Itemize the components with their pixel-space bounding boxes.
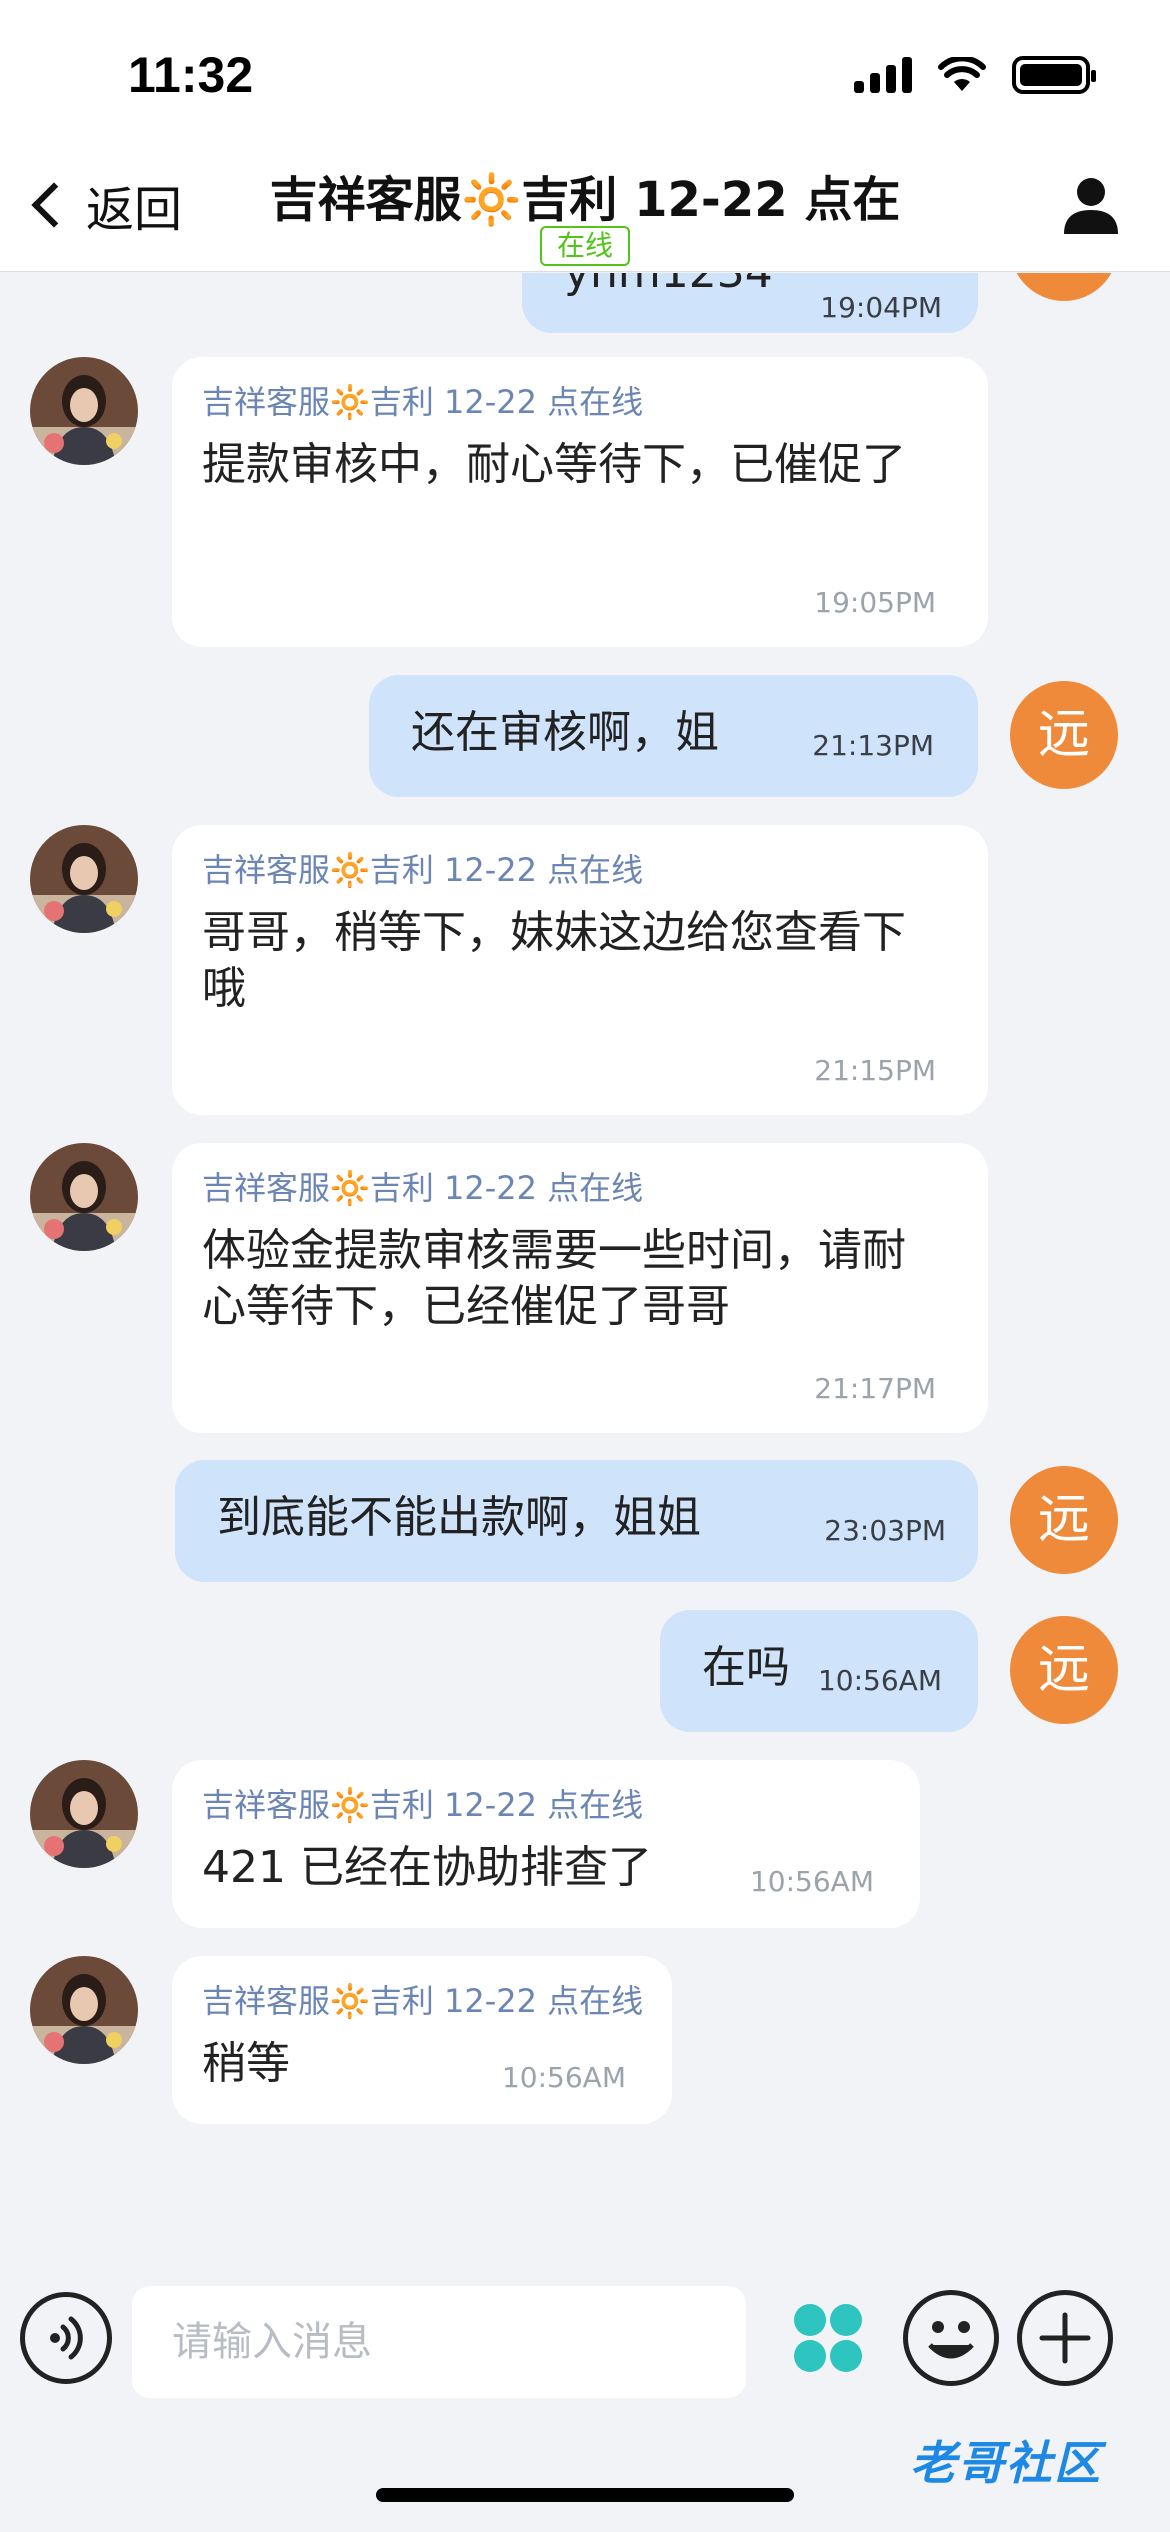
avatar-agent[interactable]	[30, 1143, 138, 1251]
avatar-agent[interactable]	[30, 357, 138, 465]
cellular-signal-icon	[854, 57, 912, 93]
sender-name: 吉祥客服🔆吉利 12-22 点在线	[202, 1982, 644, 2020]
message-bubble-incoming[interactable]: 吉祥客服🔆吉利 12-22 点在线 提款审核中，耐心等待下，已催促了 19:05…	[172, 357, 988, 647]
message-time: 10:56AM	[501, 2061, 626, 2094]
watermark-logo: 老哥社区	[910, 2420, 1102, 2500]
avatar-agent[interactable]	[30, 1956, 138, 2064]
sound-wave-icon	[50, 2316, 83, 2360]
avatar-me[interactable]: 远	[1010, 273, 1118, 301]
agent-avatar-photo	[30, 1143, 138, 1251]
avatar-me[interactable]: 远	[1010, 681, 1118, 789]
message-bubble-outgoing[interactable]: 还在审核啊，姐 21:13PM	[369, 675, 978, 797]
message-bubble-outgoing[interactable]: ynm1234 19:04PM	[522, 273, 978, 333]
chat-message-list[interactable]: ynm1234 19:04PM 远 吉祥客服🔆吉利 12-22 点在线 提款审核…	[0, 273, 1170, 2273]
sender-name: 吉祥客服🔆吉利 12-22 点在线	[202, 1786, 644, 1824]
message-input[interactable]	[132, 2286, 746, 2398]
message-text: 还在审核啊，姐	[411, 707, 719, 758]
agent-avatar-photo	[30, 825, 138, 933]
status-bar: 11:32	[0, 0, 1170, 150]
message-text: 到底能不能出款啊，姐姐	[217, 1492, 701, 1543]
message-text: 提款审核中，耐心等待下，已催促了	[202, 439, 906, 490]
message-text: 哥哥，稍等下，妹妹这边给您查看下哦	[202, 907, 906, 1014]
battery-icon	[1012, 56, 1096, 94]
plus-icon	[1039, 2312, 1091, 2364]
status-icons	[854, 56, 1096, 94]
nav-bar: 返回 吉祥客服🔆吉利 12-22 点在 在线	[0, 150, 1170, 272]
status-time: 11:32	[128, 47, 254, 103]
watermark-text: 老哥社区	[910, 2436, 1102, 2490]
apps-grid-icon[interactable]	[792, 2302, 864, 2374]
message-bubble-incoming[interactable]: 吉祥客服🔆吉利 12-22 点在线 421 已经在协助排查了 10:56AM	[172, 1760, 920, 1928]
more-options-button[interactable]	[1017, 2290, 1113, 2386]
message-time: 23:03PM	[824, 1514, 946, 1547]
message-time: 19:05PM	[814, 586, 936, 619]
message-text: 体验金提款审核需要一些时间，请耐心等待下，已经催促了哥哥	[202, 1225, 906, 1332]
avatar-agent[interactable]	[30, 1760, 138, 1868]
agent-avatar-photo	[30, 1956, 138, 2064]
emoji-button[interactable]	[903, 2290, 999, 2386]
avatar-agent[interactable]	[30, 825, 138, 933]
wifi-icon	[938, 57, 986, 91]
smiley-icon	[928, 2321, 974, 2359]
agent-avatar-photo	[30, 1760, 138, 1868]
message-time: 21:15PM	[814, 1054, 936, 1087]
online-status-badge: 在线	[540, 226, 630, 266]
message-time: 10:56AM	[749, 1865, 874, 1898]
message-time: 10:56AM	[817, 1664, 942, 1697]
message-bubble-incoming[interactable]: 吉祥客服🔆吉利 12-22 点在线 体验金提款审核需要一些时间，请耐心等待下，已…	[172, 1143, 988, 1433]
message-bubble-outgoing[interactable]: 到底能不能出款啊，姐姐 23:03PM	[175, 1460, 978, 1582]
sender-name: 吉祥客服🔆吉利 12-22 点在线	[202, 383, 644, 421]
sender-name: 吉祥客服🔆吉利 12-22 点在线	[202, 851, 644, 889]
page-title: 吉祥客服🔆吉利 12-22 点在	[269, 172, 901, 228]
avatar-me[interactable]: 远	[1010, 1466, 1118, 1574]
message-text: ynm1234	[564, 273, 773, 301]
message-bubble-incoming[interactable]: 吉祥客服🔆吉利 12-22 点在线 哥哥，稍等下，妹妹这边给您查看下哦 21:1…	[172, 825, 988, 1115]
home-indicator[interactable]	[376, 2488, 794, 2502]
message-time: 21:13PM	[812, 729, 934, 762]
user-profile-icon[interactable]	[1060, 174, 1122, 236]
sender-name: 吉祥客服🔆吉利 12-22 点在线	[202, 1169, 644, 1207]
message-bubble-outgoing[interactable]: 在吗 10:56AM	[660, 1610, 978, 1732]
avatar-me[interactable]: 远	[1010, 1616, 1118, 1724]
message-text: 在吗	[702, 1642, 790, 1693]
agent-avatar-photo	[30, 357, 138, 465]
voice-input-button[interactable]	[20, 2292, 112, 2384]
message-time: 19:04PM	[820, 291, 942, 324]
message-time: 21:17PM	[814, 1372, 936, 1405]
message-bubble-incoming[interactable]: 吉祥客服🔆吉利 12-22 点在线 稍等 10:56AM	[172, 1956, 672, 2124]
